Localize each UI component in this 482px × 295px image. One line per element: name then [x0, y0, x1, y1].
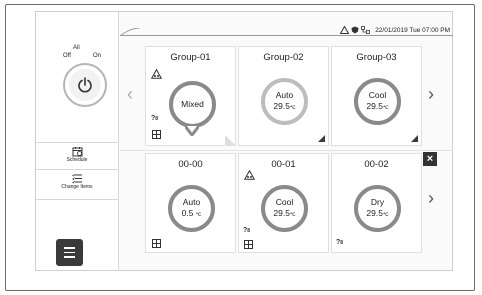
group-card[interactable]: Group-01 Mixed ?8 [145, 46, 236, 146]
temperature-value: 29.5 [366, 207, 383, 218]
help-icon: ?8 [151, 115, 159, 122]
mode-label: Cool [368, 89, 387, 100]
schedule-button[interactable]: Schedule [36, 146, 118, 163]
power-icon [69, 69, 101, 101]
speech-tail [185, 126, 199, 136]
power-all-label: All [73, 45, 80, 51]
unit-card[interactable]: 00-01 Cool 29.5℃ ?8 [238, 153, 329, 253]
temperature-value: 29.5 [366, 100, 383, 111]
mode-label: Auto [275, 89, 294, 100]
group-dial: Mixed [169, 81, 216, 128]
help-icon: ?8 [243, 227, 251, 234]
hamburger-icon [64, 247, 75, 249]
temperature-value: 29.5 [273, 100, 290, 111]
temperature-unit: ℃ [289, 211, 296, 218]
temperature-value: 29.5 [273, 207, 290, 218]
unit-name: 00-02 [364, 159, 389, 170]
sidebar: All Off On Schedule Change Items [36, 12, 119, 270]
chevron-right-icon[interactable]: › [428, 188, 434, 209]
warning-icon [244, 170, 255, 180]
group-name: Group-03 [356, 52, 397, 63]
corner-indicator [411, 135, 418, 142]
unit-dial: Cool 29.5℃ [261, 185, 308, 232]
chevron-right-icon[interactable]: › [428, 84, 434, 105]
mode-label: Cool [275, 196, 294, 207]
schedule-label: Schedule [66, 157, 88, 163]
help-icon: ?8 [336, 239, 344, 246]
power-on-label: On [93, 53, 102, 59]
mode-label: Mixed [181, 99, 204, 109]
temperature-unit: ℃ [289, 104, 296, 111]
network-icon [361, 26, 371, 34]
mode-label: Auto [182, 196, 201, 207]
shield-icon [351, 26, 359, 34]
datetime: 22/01/2019 Tue 07:00 PM [375, 26, 450, 34]
calendar-icon [72, 147, 82, 157]
group-card[interactable]: Group-03 Cool 29.5℃ [331, 46, 422, 146]
group-name: Group-02 [263, 52, 304, 63]
temperature-unit: ℃ [195, 211, 202, 218]
unit-name: 00-01 [271, 159, 296, 170]
corner-indicator [318, 135, 325, 142]
grid-icon [152, 130, 161, 139]
warning-icon [340, 26, 350, 34]
group-name: Group-01 [170, 52, 211, 63]
unit-name: 00-00 [178, 159, 203, 170]
temperature-unit: ℃ [382, 211, 389, 218]
group-card[interactable]: Group-02 Auto 29.5℃ [238, 46, 329, 146]
power-button[interactable] [63, 63, 107, 107]
unit-card[interactable]: 00-02 Dry 29.5℃ ?8 [331, 153, 422, 253]
unit-card[interactable]: 00-00 Auto 0.5 ℃ [145, 153, 236, 253]
header-curve [120, 28, 140, 36]
unit-dial: Auto 0.5 ℃ [168, 185, 215, 232]
row-divider [120, 150, 453, 151]
power-off-label: Off [63, 53, 71, 59]
change-items-button[interactable]: Change Items [36, 173, 118, 190]
unit-dial: Dry 29.5℃ [354, 185, 401, 232]
group-dial: Cool 29.5℃ [354, 78, 401, 125]
temperature-value: 0.5 [181, 207, 194, 218]
grid-icon [152, 239, 161, 248]
status-bar: 22/01/2019 Tue 07:00 PM [340, 26, 450, 34]
group-dial: Auto 29.5℃ [261, 78, 308, 125]
header-divider [120, 35, 453, 36]
mode-label: Dry [370, 196, 385, 207]
list-edit-icon [71, 173, 82, 184]
fold-corner [225, 135, 235, 145]
close-button[interactable]: × [423, 152, 437, 166]
chevron-left-icon[interactable]: ‹ [127, 84, 133, 105]
warning-icon [151, 69, 162, 79]
temperature-unit: ℃ [382, 104, 389, 111]
menu-button[interactable] [56, 239, 83, 266]
change-items-label: Change Items [61, 184, 93, 190]
grid-icon [244, 240, 253, 249]
